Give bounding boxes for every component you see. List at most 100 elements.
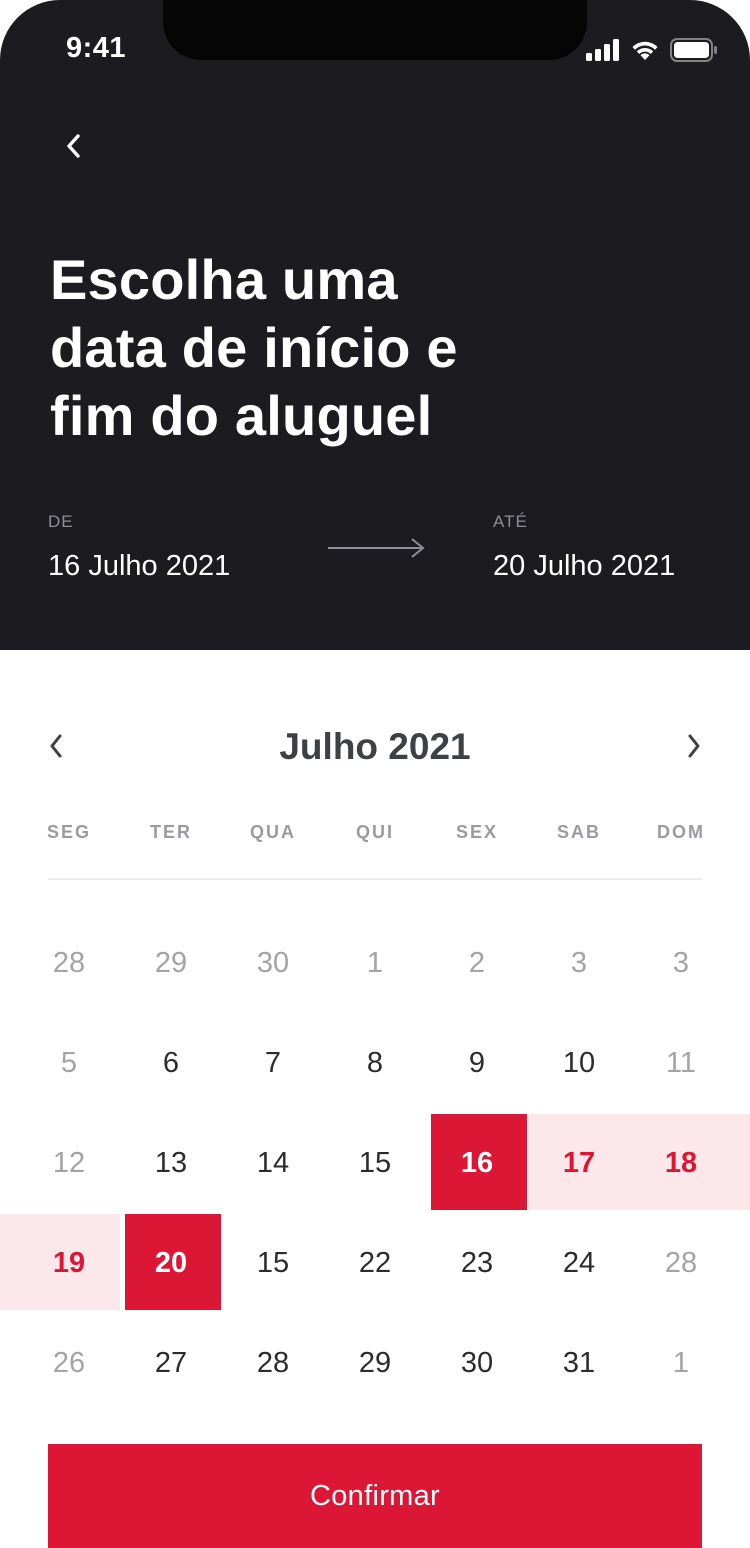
- header-panel: 9:41 Escolha uma data de início e fim do…: [0, 0, 750, 650]
- calendar-day[interactable]: 24: [528, 1213, 630, 1313]
- weekday-label: TER: [150, 822, 192, 842]
- calendar-day[interactable]: 7: [222, 1013, 324, 1113]
- day-number: 3: [570, 946, 588, 979]
- calendar-day-selected[interactable]: 20: [120, 1213, 222, 1313]
- day-number: 28: [664, 1246, 698, 1279]
- calendar-day[interactable]: 31: [528, 1313, 630, 1413]
- day-number: 8: [366, 1046, 384, 1079]
- calendar-day[interactable]: 28: [222, 1313, 324, 1413]
- battery-icon: [670, 38, 717, 62]
- day-number: 13: [154, 1146, 188, 1179]
- calendar-day[interactable]: 8: [324, 1013, 426, 1113]
- wifi-icon: [632, 41, 658, 60]
- day-number: 11: [665, 1046, 697, 1079]
- calendar-day[interactable]: 9: [426, 1013, 528, 1113]
- calendar-day-outside-month[interactable]: 26: [18, 1313, 120, 1413]
- day-number: 29: [154, 946, 188, 979]
- calendar-day[interactable]: 27: [120, 1313, 222, 1413]
- day-number: 26: [52, 1346, 86, 1379]
- back-button[interactable]: [50, 122, 98, 170]
- calendar-day-outside-month[interactable]: 29: [120, 913, 222, 1013]
- day-number: 19: [52, 1246, 86, 1279]
- from-date[interactable]: 16 Julho 2021: [48, 550, 230, 583]
- day-number: 16: [460, 1146, 494, 1179]
- month-title: Julho 2021: [279, 726, 471, 767]
- title-line: data de início e: [50, 316, 458, 379]
- day-number: 30: [256, 946, 290, 979]
- confirm-button[interactable]: Confirmar: [48, 1444, 702, 1548]
- weekday-label: DOM: [657, 822, 705, 842]
- device-notch: [163, 0, 587, 60]
- next-month-button[interactable]: [674, 726, 714, 766]
- calendar-day-outside-month[interactable]: 3: [528, 913, 630, 1013]
- day-number: 20: [154, 1246, 188, 1279]
- day-number: 17: [562, 1146, 596, 1179]
- calendar-day[interactable]: 23: [426, 1213, 528, 1313]
- title-line: fim do aluguel: [50, 384, 433, 447]
- weekday-label: SEG: [46, 822, 91, 842]
- day-number: 29: [358, 1346, 392, 1379]
- chevron-left-icon: [67, 134, 80, 158]
- from-label: DE: [48, 512, 74, 531]
- calendar-day[interactable]: 29: [324, 1313, 426, 1413]
- calendar-day-outside-month[interactable]: 28: [630, 1213, 732, 1313]
- day-number: 18: [664, 1146, 698, 1179]
- status-icons: [586, 36, 718, 64]
- calendar-day-outside-month[interactable]: 5: [18, 1013, 120, 1113]
- calendar-day-outside-month[interactable]: 3: [630, 913, 732, 1013]
- weekday-label: QUA: [250, 822, 296, 842]
- calendar-day-outside-month[interactable]: 2: [426, 913, 528, 1013]
- calendar-day-selected[interactable]: 16: [426, 1113, 528, 1213]
- calendar-day[interactable]: 15: [324, 1113, 426, 1213]
- day-number: 9: [468, 1046, 486, 1079]
- calendar-day[interactable]: 10: [528, 1013, 630, 1113]
- day-number: 6: [162, 1046, 180, 1079]
- weekday-label: SEX: [455, 822, 499, 842]
- calendar-day[interactable]: 6: [120, 1013, 222, 1113]
- to-date[interactable]: 20 Julho 2021: [493, 550, 675, 583]
- day-number: 3: [672, 946, 690, 979]
- day-number: 12: [52, 1146, 86, 1179]
- day-number: 28: [256, 1346, 290, 1379]
- day-number: 5: [60, 1046, 78, 1079]
- day-number: 15: [358, 1146, 392, 1179]
- calendar-day-outside-month[interactable]: 12: [18, 1113, 120, 1213]
- calendar-day[interactable]: 13: [120, 1113, 222, 1213]
- cellular-signal-icon: [586, 39, 619, 61]
- day-number: 2: [468, 946, 486, 979]
- calendar-day-in-range[interactable]: 18: [630, 1113, 750, 1213]
- to-label: ATÉ: [493, 512, 528, 531]
- calendar-day-outside-month[interactable]: 11: [630, 1013, 732, 1113]
- calendar-day-outside-month[interactable]: 1: [630, 1313, 732, 1413]
- calendar-day-outside-month[interactable]: 28: [18, 913, 120, 1013]
- day-number: 27: [154, 1346, 188, 1379]
- day-number: 1: [366, 946, 384, 979]
- day-number: 14: [256, 1146, 290, 1179]
- calendar-day[interactable]: 15: [222, 1213, 324, 1313]
- calendar-day-in-range[interactable]: 17: [528, 1113, 630, 1213]
- chevron-right-icon: [688, 734, 700, 758]
- title-line: Escolha uma: [50, 248, 398, 311]
- weekday-label: SAB: [556, 822, 601, 842]
- phone-screen: 9:41 Escolha uma data de início e fim do…: [0, 0, 750, 1548]
- calendar-day[interactable]: 14: [222, 1113, 324, 1213]
- day-number: 22: [358, 1246, 392, 1279]
- day-number: 10: [562, 1046, 596, 1079]
- calendar-day-in-range[interactable]: 19: [0, 1213, 120, 1313]
- day-number: 1: [672, 1346, 690, 1379]
- calendar-day-outside-month[interactable]: 1: [324, 913, 426, 1013]
- calendar-day[interactable]: 22: [324, 1213, 426, 1313]
- page-title: Escolha uma data de início e fim do alug…: [50, 246, 570, 450]
- day-number: 30: [460, 1346, 494, 1379]
- calendar-grid: 28 29 30 1 2 3 3 5 6 7 8 9 10 11 12 13 14 15 16 17 18 19 20 15 2…: [0, 913, 750, 1413]
- calendar-day-outside-month[interactable]: 30: [222, 913, 324, 1013]
- calendar-day[interactable]: 30: [426, 1313, 528, 1413]
- day-number: 31: [562, 1346, 596, 1379]
- weekday-label: QUI: [355, 822, 394, 842]
- arrow-right-icon: [328, 538, 425, 558]
- day-number: 23: [460, 1246, 494, 1279]
- day-number: 28: [52, 946, 86, 979]
- day-number: 7: [264, 1046, 282, 1079]
- day-number: 24: [562, 1246, 596, 1279]
- day-number: 15: [256, 1246, 290, 1279]
